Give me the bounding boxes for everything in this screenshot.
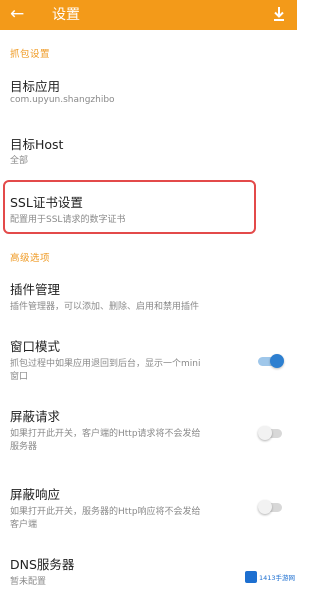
highlight-box [3, 180, 256, 234]
setting-target-app[interactable]: 目标应用 com.upyun.shangzhibo [0, 76, 297, 112]
setting-plugin-manager[interactable]: 插件管理 插件管理器，可以添加、删除、启用和禁用插件 [0, 279, 297, 315]
setting-subtitle: 抓包过程中如果应用退回到后台，显示一个mini [10, 359, 201, 369]
block-response-toggle[interactable] [258, 500, 284, 514]
setting-title: 目标Host [10, 137, 64, 152]
back-arrow-icon[interactable]: ← [10, 3, 24, 25]
setting-title: 插件管理 [10, 282, 61, 297]
setting-title: 目标应用 [10, 79, 61, 94]
setting-block-response[interactable]: 屏蔽响应 如果打开此开关，服务器的Http响应将不会发给 客户端 [0, 484, 297, 534]
setting-subtitle-continued: 服务器 [10, 442, 38, 452]
download-icon[interactable] [272, 5, 286, 23]
block-request-toggle[interactable] [258, 426, 284, 440]
logo-icon [245, 571, 257, 583]
setting-subtitle: 如果打开此开关，服务器的Http响应将不会发给 [10, 507, 201, 517]
window-mode-toggle[interactable] [258, 354, 284, 368]
section-header-advanced: 高级选项 [10, 253, 51, 264]
watermark-text: 1413手游网 [259, 574, 296, 582]
setting-title: 屏蔽响应 [10, 487, 61, 502]
setting-subtitle: 全部 [10, 156, 29, 166]
page-title: 设置 [52, 7, 80, 23]
setting-subtitle: 插件管理器，可以添加、删除、启用和禁用插件 [10, 302, 200, 312]
setting-subtitle: com.upyun.shangzhibo [10, 95, 115, 105]
setting-subtitle-continued: 客户端 [10, 520, 38, 530]
setting-subtitle: 如果打开此开关，客户端的Http请求将不会发给 [10, 429, 201, 439]
setting-window-mode[interactable]: 窗口模式 抓包过程中如果应用退回到后台，显示一个mini 窗口 [0, 336, 297, 386]
setting-title: DNS服务器 [10, 557, 75, 572]
app-bar: ← 设置 [0, 0, 297, 30]
watermark-logo: 1413手游网 [243, 568, 296, 586]
setting-subtitle-continued: 窗口 [10, 372, 29, 382]
setting-target-host[interactable]: 目标Host 全部 [0, 134, 297, 170]
setting-title: 屏蔽请求 [10, 409, 61, 424]
setting-subtitle: 暂未配置 [10, 577, 47, 587]
setting-block-request[interactable]: 屏蔽请求 如果打开此开关，客户端的Http请求将不会发给 服务器 [0, 406, 297, 456]
setting-title: 窗口模式 [10, 339, 61, 354]
section-header-capture: 抓包设置 [10, 49, 51, 60]
